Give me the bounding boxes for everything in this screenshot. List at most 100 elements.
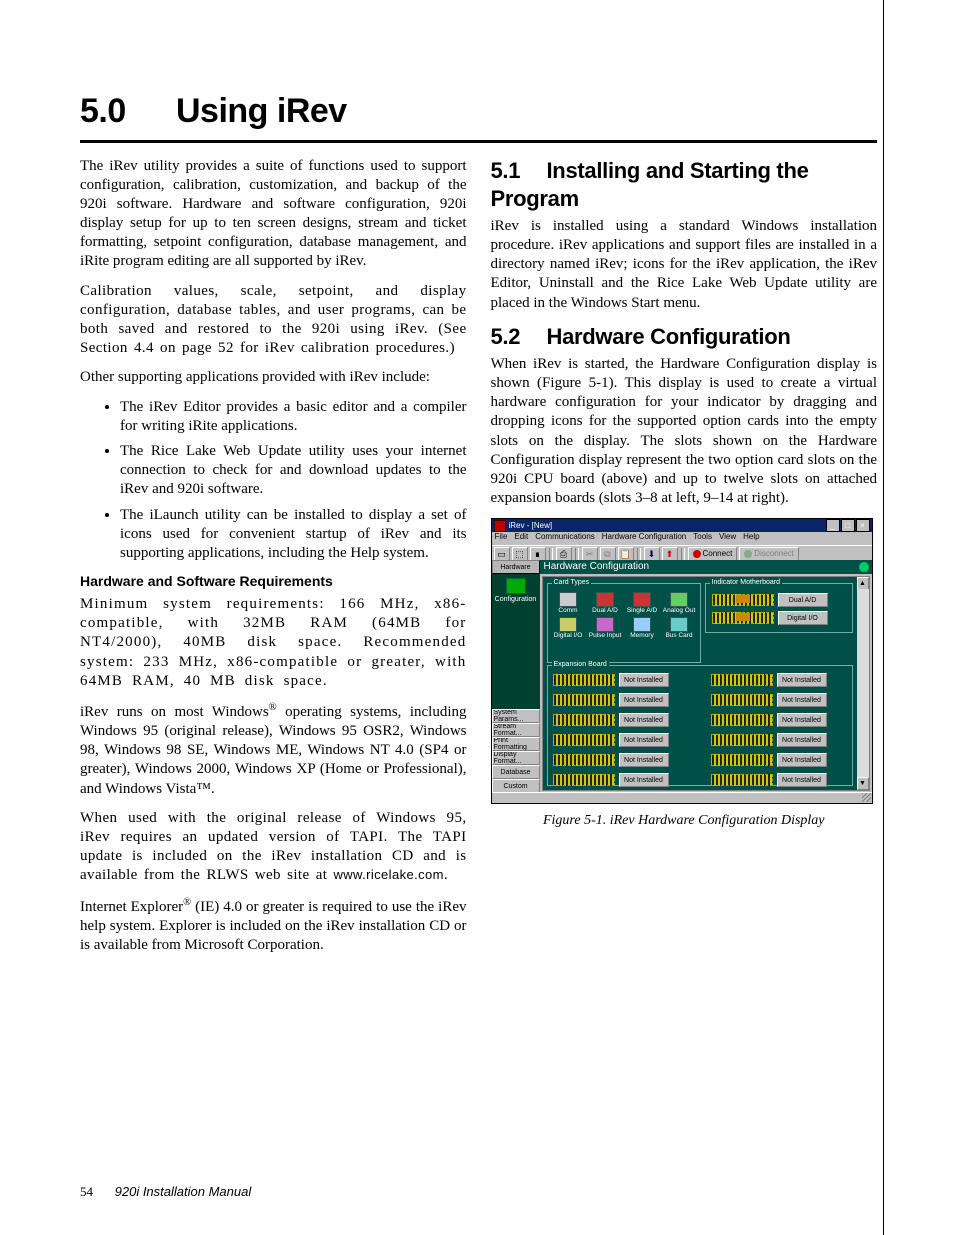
card-icon xyxy=(670,617,688,632)
slot-label[interactable]: Not Installed xyxy=(777,773,827,787)
paragraph: Calibration values, scale, setpoint, and… xyxy=(80,282,467,359)
slot[interactable] xyxy=(712,594,774,606)
chapter-number: 5.0 xyxy=(80,90,176,134)
maximize-button[interactable]: □ xyxy=(841,519,855,532)
slot[interactable] xyxy=(553,754,615,766)
slot[interactable] xyxy=(553,694,615,706)
menu-edit[interactable]: Edit xyxy=(514,533,528,545)
list-item: The iLaunch utility can be installed to … xyxy=(120,506,467,564)
right-column: 5.1Installing and Starting the Program i… xyxy=(491,157,878,966)
slot-label[interactable]: Not Installed xyxy=(619,753,669,767)
sidebar-tab-display-format[interactable]: Display Format... xyxy=(492,751,540,765)
left-column: The iRev utility provides a suite of fun… xyxy=(80,157,467,966)
slot[interactable] xyxy=(711,694,773,706)
slot-label[interactable]: Not Installed xyxy=(619,713,669,727)
group-label: Card Types xyxy=(552,579,592,586)
chapter-title: 5.0Using iRev xyxy=(80,90,877,134)
sidebar-tab-custom[interactable]: Custom xyxy=(492,779,540,793)
page-number: 54 xyxy=(80,1184,93,1199)
gear-icon[interactable] xyxy=(859,562,869,572)
menu-view[interactable]: View xyxy=(719,533,736,545)
vertical-scrollbar[interactable]: ▲ ▼ xyxy=(857,577,869,790)
paragraph: When iRev is started, the Hardware Confi… xyxy=(491,355,878,509)
page-footer: 54 920i Installation Manual xyxy=(80,1184,251,1201)
sidebar-tab-print-formatting[interactable]: Print Formatting xyxy=(492,737,540,751)
slot-label[interactable]: Not Installed xyxy=(777,693,827,707)
slot[interactable] xyxy=(711,774,773,786)
close-button[interactable]: × xyxy=(856,519,870,532)
screenshot-hardware-config: iRev - [New] _ □ × File Edit Communicati… xyxy=(491,518,873,804)
group-label: Expansion Board xyxy=(552,661,609,668)
card-type[interactable]: Pulse Input xyxy=(589,617,622,640)
section-number: 5.1 xyxy=(491,157,547,185)
menu-hardware-configuration[interactable]: Hardware Configuration xyxy=(602,533,687,545)
slot[interactable] xyxy=(553,674,615,686)
slot-label[interactable]: Not Installed xyxy=(777,733,827,747)
slot[interactable] xyxy=(712,612,774,624)
panel-title: Hardware Configuration xyxy=(540,560,872,574)
url-text: www.ricelake.com xyxy=(333,867,443,882)
card-type[interactable]: Dual A/D xyxy=(589,592,622,615)
paragraph: Minimum system requirements: 166 MHz, x8… xyxy=(80,595,467,691)
card-type[interactable]: Bus Card xyxy=(663,617,696,640)
menu-communications[interactable]: Communications xyxy=(535,533,595,545)
sidebar-tab-stream-format[interactable]: Stream Format... xyxy=(492,723,540,737)
slot-label[interactable]: Not Installed xyxy=(777,673,827,687)
card-type[interactable]: Analog Out xyxy=(663,592,696,615)
status-bar xyxy=(492,792,872,803)
slot[interactable] xyxy=(711,714,773,726)
sidebar-tab-hardware[interactable]: Hardware xyxy=(492,560,540,574)
sidebar-tab-database[interactable]: Database xyxy=(492,765,540,779)
card-type[interactable]: Comm xyxy=(552,592,585,615)
slot[interactable] xyxy=(711,754,773,766)
slot[interactable] xyxy=(553,774,615,786)
slot-label[interactable]: Dual A/D xyxy=(778,593,828,607)
card-icon xyxy=(559,592,577,607)
window-titlebar[interactable]: iRev - [New] _ □ × xyxy=(492,519,872,532)
menu-tools[interactable]: Tools xyxy=(693,533,712,545)
section-number: 5.2 xyxy=(491,323,547,351)
figure-caption: Figure 5-1. iRev Hardware Configuration … xyxy=(491,812,878,830)
window-title: iRev - [New] xyxy=(509,522,553,530)
paragraph: iRev runs on most Windows® operating sys… xyxy=(80,701,467,799)
card-type[interactable]: Single A/D xyxy=(626,592,659,615)
card-type[interactable]: Memory xyxy=(626,617,659,640)
slot-label[interactable]: Not Installed xyxy=(619,693,669,707)
sidebar-card-icon[interactable] xyxy=(506,578,526,594)
menu-help[interactable]: Help xyxy=(743,533,759,545)
group-label: Indicator Motherboard xyxy=(710,579,782,586)
list-item: The iRev Editor provides a basic editor … xyxy=(120,398,467,436)
list-item: The Rice Lake Web Update utility uses yo… xyxy=(120,442,467,500)
card-icon xyxy=(633,617,651,632)
slot-label[interactable]: Not Installed xyxy=(619,673,669,687)
slot-label[interactable]: Not Installed xyxy=(619,773,669,787)
menu-file[interactable]: File xyxy=(495,533,508,545)
card-icon xyxy=(596,617,614,632)
slot-label[interactable]: Digital I/O xyxy=(778,611,828,625)
minimize-button[interactable]: _ xyxy=(826,519,840,532)
slot-label[interactable]: Not Installed xyxy=(777,753,827,767)
card-type[interactable]: Digital I/O xyxy=(552,617,585,640)
app-icon xyxy=(494,520,506,532)
resize-grip[interactable] xyxy=(862,793,871,802)
slot[interactable] xyxy=(553,734,615,746)
card-icon xyxy=(670,592,688,607)
scroll-down-button[interactable]: ▼ xyxy=(857,777,869,790)
menu-bar[interactable]: File Edit Communications Hardware Config… xyxy=(492,532,872,545)
sidebar-item-label: Configuration xyxy=(495,596,537,603)
slot[interactable] xyxy=(711,734,773,746)
slot-label[interactable]: Not Installed xyxy=(619,733,669,747)
slot[interactable] xyxy=(553,714,615,726)
sidebar: Hardware Configuration System Params... … xyxy=(492,560,540,793)
paragraph: Internet Explorer® (IE) 4.0 or greater i… xyxy=(80,896,467,956)
card-icon xyxy=(633,592,651,607)
slot-label[interactable]: Not Installed xyxy=(777,713,827,727)
slot[interactable] xyxy=(711,674,773,686)
card-icon xyxy=(559,617,577,632)
chapter-rule xyxy=(80,140,877,143)
paragraph: iRev is installed using a standard Windo… xyxy=(491,217,878,313)
section-title: 5.2Hardware Configuration xyxy=(491,323,878,351)
paragraph: Other supporting applications provided w… xyxy=(80,368,467,387)
manual-title: 920i Installation Manual xyxy=(115,1184,252,1199)
sidebar-tab-system-params[interactable]: System Params... xyxy=(492,709,540,723)
